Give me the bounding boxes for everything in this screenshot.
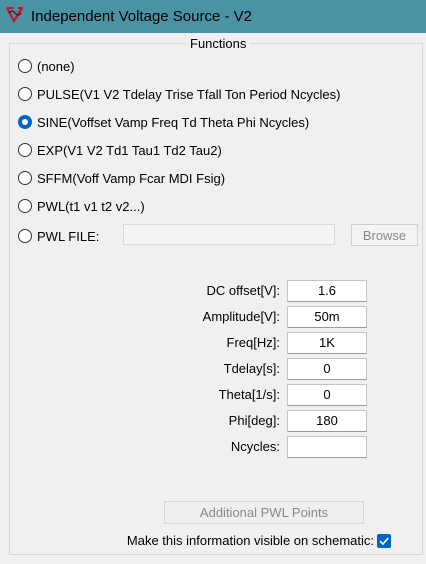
radio-option-exp[interactable]: EXP(V1 V2 Td1 Tau1 Td2 Tau2) [18,140,222,160]
additional-pwl-points-button[interactable]: Additional PWL Points [164,501,364,524]
tdelay-label: Tdelay[s]: [223,361,280,376]
freq-field[interactable]: 1K [287,332,367,354]
radio-button-icon[interactable] [18,199,32,213]
radio-option-sffm[interactable]: SFFM(Voff Vamp Fcar MDI Fsig) [18,168,225,188]
phi-label: Phi[deg]: [228,413,280,428]
phi-field[interactable]: 180 [287,410,367,432]
functions-group-label: Functions [186,36,251,51]
ncycles-label: Ncycles: [230,439,280,454]
freq-label: Freq[Hz]: [226,335,280,350]
radio-option-none[interactable]: (none) [18,56,75,76]
visible-on-schematic-checkbox[interactable] [377,534,391,548]
dc-offset-field[interactable]: 1.6 [287,280,367,302]
radio-label: PWL FILE: [37,228,100,244]
title-bar: Independent Voltage Source - V2 [0,0,426,33]
radio-label: PULSE(V1 V2 Tdelay Trise Tfall Ton Perio… [37,86,341,102]
radio-button-icon[interactable] [18,87,32,101]
window-title: Independent Voltage Source - V2 [31,8,253,25]
tdelay-field[interactable]: 0 [287,358,367,380]
radio-label: (none) [37,58,75,74]
radio-button-selected-icon[interactable] [18,115,32,129]
amplitude-field[interactable]: 50m [287,306,367,328]
radio-option-sine[interactable]: SINE(Voffset Vamp Freq Td Theta Phi Ncyc… [18,112,309,132]
radio-label: SFFM(Voff Vamp Fcar MDI Fsig) [37,170,226,186]
browse-button[interactable]: Browse [351,224,418,246]
theta-field[interactable]: 0 [287,384,367,406]
visible-on-schematic-label: Make this information visible on schemat… [126,533,374,548]
pwl-file-path-input[interactable] [123,224,335,245]
radio-option-pwl-file[interactable]: PWL FILE: [18,226,99,246]
radio-option-pwl[interactable]: PWL(t1 v1 t2 v2...) [18,196,145,216]
radio-label: SINE(Voffset Vamp Freq Td Theta Phi Ncyc… [37,114,310,130]
radio-label: PWL(t1 v1 t2 v2...) [37,198,145,214]
radio-button-icon[interactable] [18,171,32,185]
dc-offset-label: DC offset[V]: [206,283,280,298]
radio-button-icon[interactable] [18,143,32,157]
radio-option-pulse[interactable]: PULSE(V1 V2 Tdelay Trise Tfall Ton Perio… [18,84,340,104]
amplitude-label: Amplitude[V]: [202,309,280,324]
ltspice-app-icon [6,7,23,24]
radio-label: EXP(V1 V2 Td1 Tau1 Td2 Tau2) [37,142,222,158]
ncycles-field[interactable] [287,436,367,458]
radio-button-icon[interactable] [18,229,32,243]
theta-label: Theta[1/s]: [218,387,280,402]
radio-button-icon[interactable] [18,59,32,73]
checkmark-icon [379,537,389,546]
